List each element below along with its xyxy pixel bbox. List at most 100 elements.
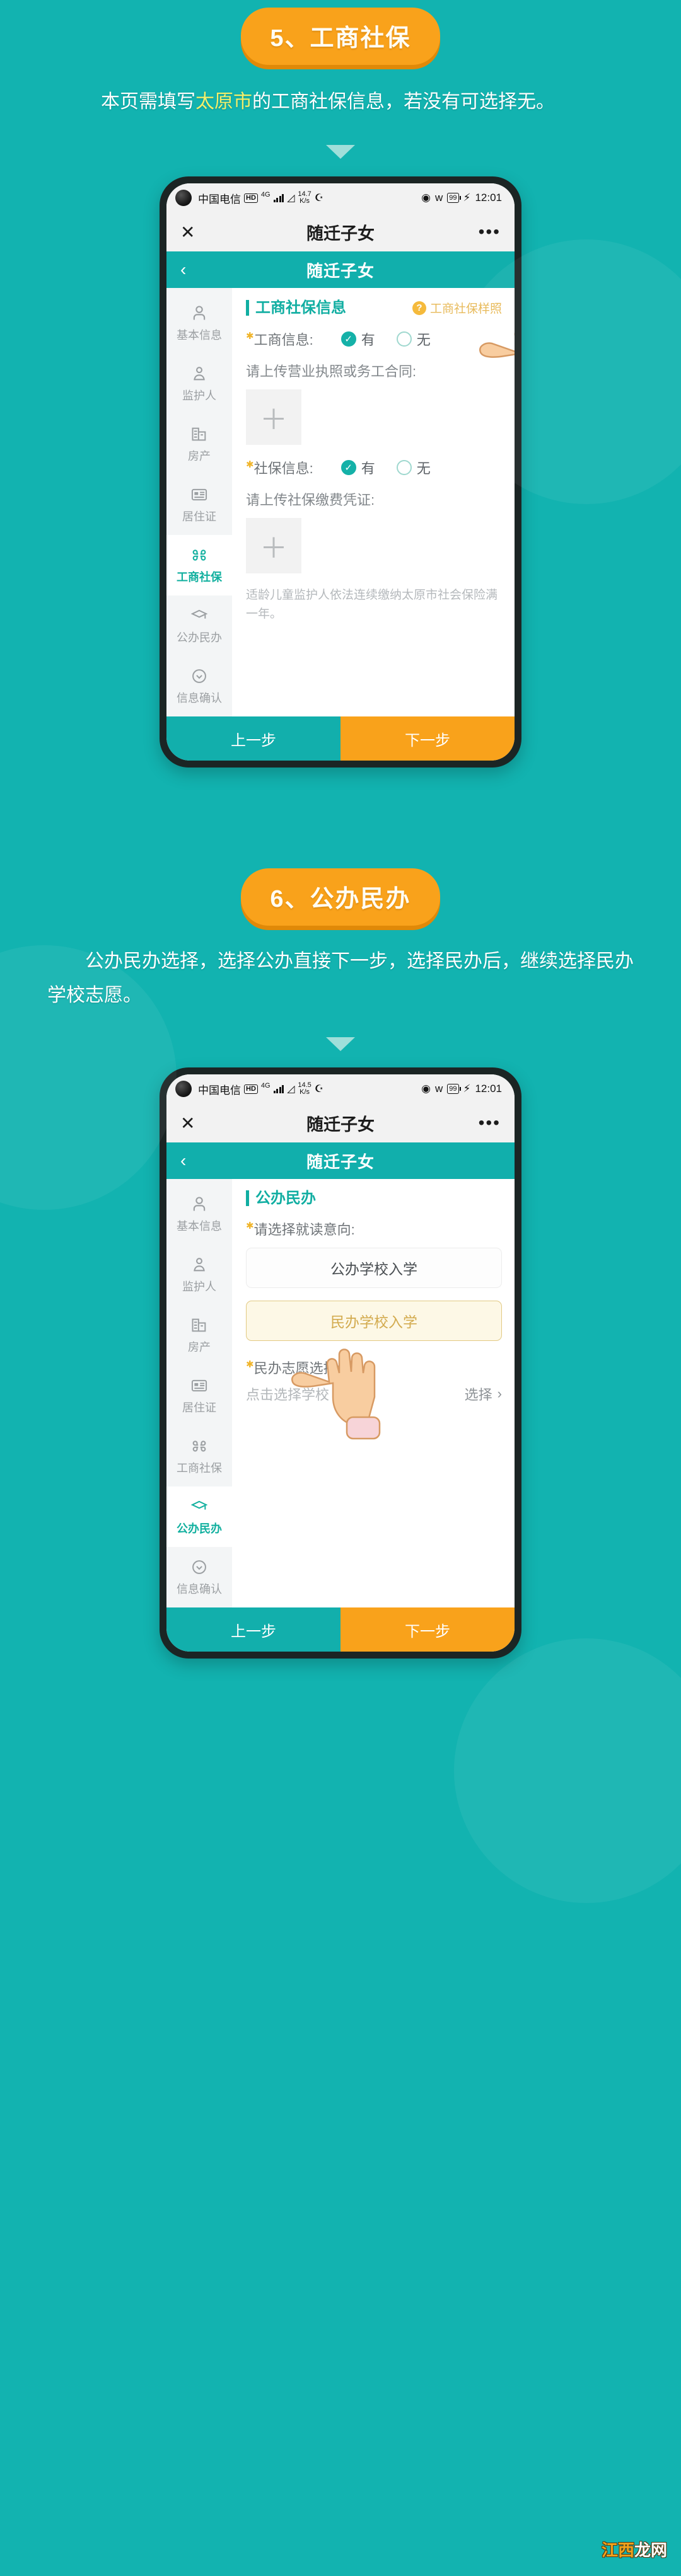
form-section-header: 公办民办 <box>246 1190 502 1206</box>
required-star: ✱ <box>246 331 254 342</box>
sidebar-item-guardian[interactable]: 监护人 <box>166 354 232 414</box>
school-picker-row[interactable]: 点击选择学校 选择 › <box>246 1384 502 1404</box>
building-icon <box>190 1316 208 1334</box>
upload-business-box[interactable]: ＋ <box>246 389 301 446</box>
required-star: ✱ <box>246 1359 254 1371</box>
close-icon[interactable]: ✕ <box>180 1113 206 1134</box>
prev-step-button[interactable]: 上一步 <box>166 1607 340 1652</box>
phone-screen: 中国电信 HD 4G ◿ 14.7 K/s ☪ ◉ w 99 ⚡ 12:01 ✕… <box>166 183 515 761</box>
signal-bars-icon <box>273 1084 284 1094</box>
radio-business-yes[interactable]: ✓ 有 <box>340 329 375 349</box>
upload-social-box[interactable]: ＋ <box>246 518 301 574</box>
select-label: 选择 <box>464 1387 492 1403</box>
sidebar-label: 居住证 <box>182 1401 216 1414</box>
form-section-header: 工商社保信息 ? 工商社保样照 <box>246 299 502 316</box>
sidebar-label: 居住证 <box>182 510 216 523</box>
speed-unit: K/s <box>300 197 310 205</box>
radio-social-yes[interactable]: ✓ 有 <box>340 457 375 478</box>
check-icon: ✓ <box>340 331 356 347</box>
desc-text-pre: 本页需填写 <box>101 91 195 112</box>
watermark: 江西龙网 <box>602 2538 667 2561</box>
radio-label: 无 <box>416 332 431 348</box>
sidebar-item-guardian[interactable]: 监护人 <box>166 1245 232 1305</box>
next-step-button[interactable]: 下一步 <box>340 716 515 761</box>
sidebar-label: 公办民办 <box>177 1522 222 1535</box>
school-placeholder: 点击选择学校 <box>246 1387 330 1403</box>
radio-label: 有 <box>361 461 375 477</box>
id-card-icon <box>190 486 208 503</box>
form-content: 公办民办 ✱ 请选择就读意向: 公办学校入学 民办学校入学 ✱ 民办志愿选择: … <box>232 1179 515 1608</box>
sample-link-label: 工商社保样照 <box>429 302 502 316</box>
sidebar-item-property[interactable]: 房产 <box>166 1305 232 1366</box>
front-camera-icon <box>175 190 192 207</box>
wifi-icon: ◿ <box>287 1084 295 1095</box>
back-icon[interactable]: ‹ <box>180 1151 206 1171</box>
arrow-down-icon <box>326 1037 355 1052</box>
sidebar-item-business-social-security[interactable]: 工商社保 <box>166 535 232 596</box>
clock-label: 12:01 <box>475 1083 502 1095</box>
intent-field-label-row: ✱ 请选择就读意向: <box>246 1219 502 1239</box>
page-title: 随迁子女 <box>306 261 375 280</box>
app-title: 随迁子女 <box>306 1115 375 1134</box>
speed-value: 14.7 <box>298 190 311 198</box>
sidebar-item-public-private[interactable]: 公办民办 <box>166 595 232 656</box>
speed-value: 14.5 <box>298 1081 311 1089</box>
select-action[interactable]: 选择 › <box>465 1384 502 1404</box>
sidebar-item-basic-info[interactable]: 基本信息 <box>166 1184 232 1245</box>
volunteer-label: 民办志愿选择: <box>253 1360 341 1377</box>
close-icon[interactable]: ✕ <box>180 222 206 243</box>
prev-step-button[interactable]: 上一步 <box>166 716 340 761</box>
more-menu-icon[interactable]: ••• <box>475 1113 501 1133</box>
status-bar: 中国电信 HD 4G ◿ 14.7 K/s ☪ ◉ w 99 ⚡ 12:01 <box>166 183 515 213</box>
graduation-cap-icon <box>190 607 208 624</box>
front-camera-icon <box>175 1081 192 1098</box>
option-public-school[interactable]: 公办学校入学 <box>246 1248 502 1289</box>
arrow-down-icon <box>326 145 355 159</box>
back-icon[interactable]: ‹ <box>180 260 206 280</box>
sidebar-item-confirm-info[interactable]: 信息确认 <box>166 1547 232 1607</box>
sidebar-label: 基本信息 <box>177 328 222 342</box>
guardian-icon <box>190 365 208 382</box>
option-private-school[interactable]: 民办学校入学 <box>246 1301 502 1342</box>
sidebar-item-residence-permit[interactable]: 居住证 <box>166 474 232 535</box>
page-title: 随迁子女 <box>306 1152 375 1171</box>
watermark-part-b: 龙网 <box>634 2541 667 2560</box>
network-speed-label: 14.7 K/s <box>298 190 311 205</box>
section-badge-6: 6、公办民办 <box>241 868 440 926</box>
next-step-button[interactable]: 下一步 <box>340 1607 515 1652</box>
app-title: 随迁子女 <box>306 224 375 243</box>
person-icon <box>190 1195 208 1213</box>
eye-icon: ◉ <box>421 1083 431 1095</box>
sidebar-label: 工商社保 <box>177 1461 222 1475</box>
sidebar-item-confirm-info[interactable]: 信息确认 <box>166 656 232 716</box>
radio-business-no[interactable]: 无 <box>396 329 431 349</box>
bluetooth-icon: w <box>434 1083 443 1095</box>
check-circle-icon <box>190 667 208 685</box>
bluetooth-icon: w <box>434 192 443 204</box>
clock-label: 12:01 <box>475 192 502 204</box>
more-menu-icon[interactable]: ••• <box>475 222 501 242</box>
radio-social-no[interactable]: 无 <box>396 457 431 478</box>
network-type-label: 4G <box>260 191 271 199</box>
network-type-label: 4G <box>260 1082 271 1090</box>
sidebar-item-property[interactable]: 房产 <box>166 414 232 474</box>
sidebar-label: 基本信息 <box>177 1219 222 1233</box>
sidebar-item-business-social-security[interactable]: 工商社保 <box>166 1426 232 1486</box>
network-speed-label: 14.5 K/s <box>298 1081 311 1096</box>
sidebar-label: 监护人 <box>182 1280 216 1293</box>
radio-label: 有 <box>361 332 375 348</box>
sidebar-item-residence-permit[interactable]: 居住证 <box>166 1366 232 1426</box>
graduation-cap-icon <box>190 1498 208 1515</box>
eye-icon: ◉ <box>421 192 431 204</box>
sidebar-item-basic-info[interactable]: 基本信息 <box>166 293 232 354</box>
sidebar-label: 房产 <box>188 1340 211 1354</box>
check-icon: ✓ <box>340 460 356 476</box>
guardian-icon <box>190 1256 208 1274</box>
chevron-right-icon: › <box>497 1386 502 1402</box>
sidebar-label: 工商社保 <box>177 570 222 584</box>
required-star: ✱ <box>246 1221 254 1232</box>
form-section-title: 公办民办 <box>246 1190 316 1206</box>
sample-link[interactable]: ? 工商社保样照 <box>412 299 502 316</box>
sidebar-item-public-private[interactable]: 公办民办 <box>166 1486 232 1548</box>
form-hint: 适龄儿童监护人依法连续缴纳太原市社会保险满一年。 <box>246 589 498 621</box>
